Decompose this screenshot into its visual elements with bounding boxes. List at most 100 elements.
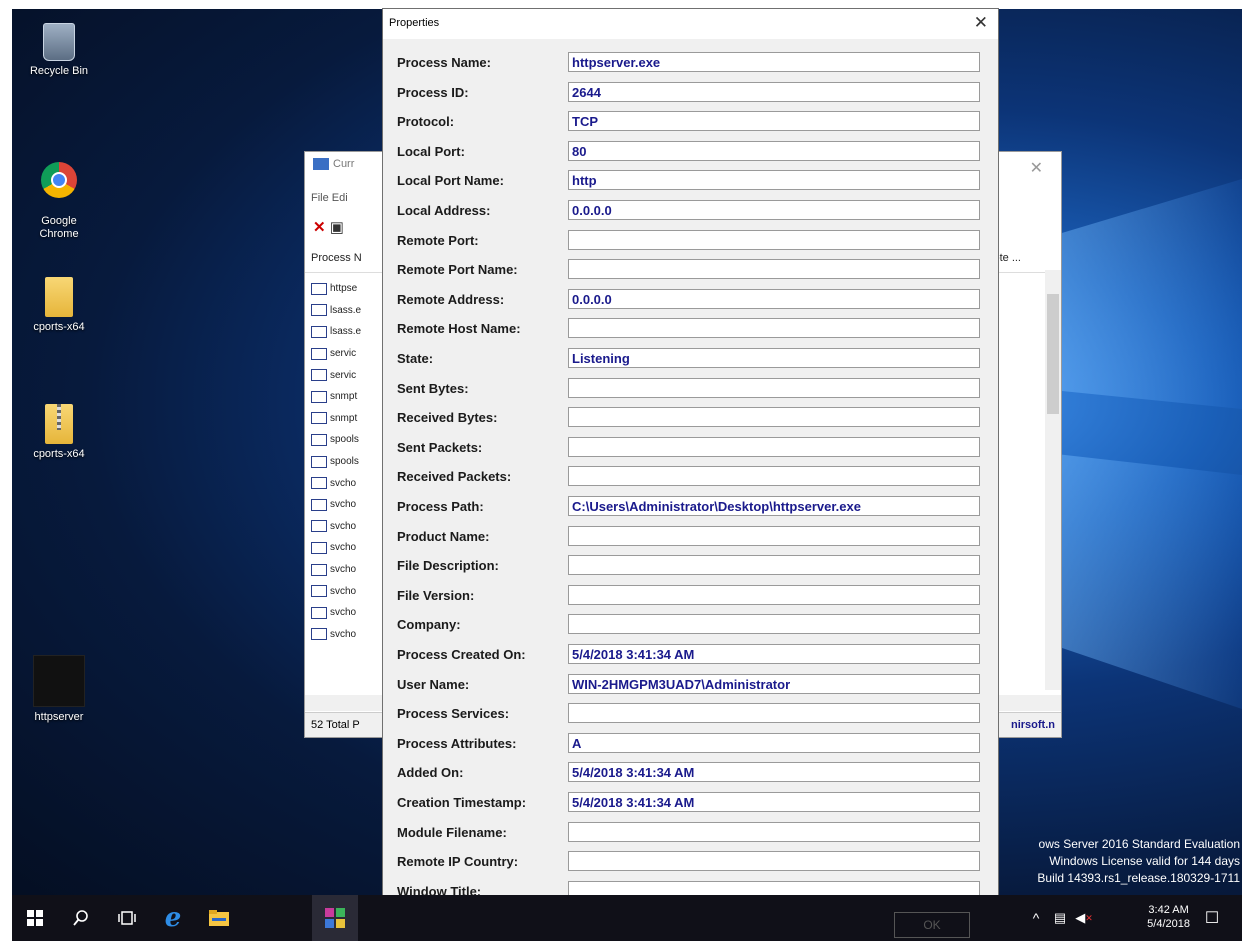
list-item[interactable]: snmpt — [311, 386, 361, 408]
property-value-field[interactable] — [568, 821, 980, 842]
desktop-icon-cports-folder[interactable]: cports-x64 — [14, 277, 104, 334]
desktop-icon-chrome[interactable]: Google Chrome — [14, 149, 104, 254]
currports-taskbar-icon[interactable] — [312, 895, 358, 941]
property-row: Local Port Name: http — [383, 170, 998, 192]
list-item[interactable]: lsass.e — [311, 321, 361, 343]
process-icon — [311, 304, 327, 317]
property-value-field[interactable] — [568, 584, 980, 605]
property-value-field[interactable] — [568, 466, 980, 487]
process-icon — [311, 606, 327, 619]
process-icon — [311, 412, 327, 425]
property-value-field[interactable] — [568, 407, 980, 428]
property-value-field[interactable] — [568, 555, 980, 576]
desktop-icon-label: cports-x64 — [33, 448, 85, 460]
property-value-field[interactable] — [568, 851, 980, 872]
property-value-field[interactable] — [568, 377, 980, 398]
list-item[interactable]: snmpt — [311, 408, 361, 430]
list-item[interactable]: svcho — [311, 472, 361, 494]
list-item[interactable]: httpse — [311, 278, 361, 300]
property-value-field[interactable]: 5/4/2018 3:41:34 AM — [568, 644, 980, 664]
property-value-field[interactable] — [568, 229, 980, 250]
chevron-up-icon[interactable]: ^ — [1024, 895, 1048, 941]
property-row: Local Port: 80 — [383, 140, 998, 163]
property-value-field[interactable] — [568, 259, 980, 280]
desktop-icon-recycle-bin[interactable]: Recycle Bin — [14, 23, 104, 78]
property-value-field[interactable]: A — [568, 732, 980, 753]
list-item[interactable]: spools — [311, 451, 361, 473]
process-list: httpse lsass.e lsass.e servic servic snmpt snm… — [311, 278, 361, 645]
save-icon[interactable]: ▣ — [330, 219, 344, 236]
internet-explorer-icon[interactable]: e — [150, 895, 196, 941]
list-item[interactable]: servic — [311, 343, 361, 365]
dialog-titlebar: Properties ✕ — [383, 9, 998, 39]
menu-bar[interactable]: File Edi — [311, 192, 348, 204]
property-value-field[interactable] — [568, 436, 980, 457]
file-explorer-icon[interactable] — [196, 895, 242, 941]
property-row: Local Address: 0.0.0.0 — [383, 200, 998, 222]
clock-time: 3:42 AM — [1148, 904, 1189, 916]
list-item[interactable]: svcho — [311, 559, 361, 581]
list-item[interactable]: svcho — [311, 516, 361, 538]
property-value-field[interactable]: 5/4/2018 3:41:34 AM — [568, 762, 980, 783]
notifications-icon[interactable]: ☐ — [1192, 895, 1232, 941]
network-icon[interactable]: ▤ — [1048, 895, 1072, 941]
delete-icon[interactable]: ✕ — [313, 219, 326, 236]
status-total: 52 Total P — [311, 719, 360, 731]
close-icon[interactable]: ✕ — [974, 13, 988, 33]
desktop-icon-cports-zip[interactable]: cports-x64 — [14, 404, 104, 461]
ok-button[interactable]: OK — [894, 912, 970, 938]
desktop-icon-label: Google Chrome — [39, 215, 79, 240]
list-item[interactable]: svcho — [311, 494, 361, 516]
property-label: Process Attributes: — [397, 735, 517, 751]
process-name: svcho — [330, 542, 357, 554]
property-value-field[interactable] — [568, 614, 980, 635]
properties-dialog[interactable]: Properties ✕ Process Name: httpserver.exe… — [382, 8, 999, 920]
list-item[interactable]: svcho — [311, 602, 361, 624]
property-value-field[interactable]: 5/4/2018 3:41:34 AM — [568, 792, 980, 812]
property-value-field[interactable] — [568, 703, 980, 724]
list-item[interactable]: svcho — [311, 537, 361, 559]
list-item[interactable]: servic — [311, 364, 361, 386]
process-name: svcho — [330, 477, 357, 489]
property-row: Sent Bytes: — [383, 377, 998, 400]
property-value-field[interactable]: 2644 — [568, 81, 980, 102]
column-header-process[interactable]: Process N — [311, 252, 362, 264]
property-value-field[interactable]: 0.0.0.0 — [568, 288, 980, 309]
list-item[interactable]: lsass.e — [311, 300, 361, 322]
task-view-icon[interactable] — [104, 895, 150, 941]
property-row: File Version: — [383, 584, 998, 607]
list-item[interactable]: svcho — [311, 580, 361, 602]
scrollbar-thumb[interactable] — [1047, 294, 1059, 414]
process-icon — [311, 325, 327, 338]
property-row: Remote Port Name: — [383, 259, 998, 281]
windows-watermark: ows Server 2016 Standard Evaluation Wind… — [1037, 836, 1240, 887]
property-value-field[interactable] — [568, 318, 980, 339]
property-value-field[interactable]: 0.0.0.0 — [568, 200, 980, 220]
process-name: snmpt — [330, 412, 358, 424]
desktop-icon-label: httpserver — [34, 711, 84, 723]
property-value-field[interactable] — [568, 525, 980, 546]
property-value-field[interactable]: Listening — [568, 348, 980, 368]
zip-folder-icon — [45, 404, 73, 444]
property-value-field[interactable]: http — [568, 170, 980, 191]
watermark-line: Build 14393.rs1_release.180329-1711 — [1037, 871, 1240, 885]
vertical-scrollbar[interactable] — [1045, 270, 1061, 690]
status-link[interactable]: nirsoft.n — [1011, 719, 1055, 731]
property-value-field[interactable]: 80 — [568, 140, 980, 161]
list-item[interactable]: spools — [311, 429, 361, 451]
property-value-field[interactable]: httpserver.exe — [568, 52, 980, 72]
desktop-icon-httpserver[interactable]: httpserver — [14, 655, 104, 724]
property-value-field[interactable]: C:\Users\Administrator\Desktop\httpserve… — [568, 496, 980, 516]
search-icon[interactable] — [58, 895, 104, 941]
list-item[interactable]: svcho — [311, 624, 361, 646]
taskbar-clock[interactable]: 3:42 AM 5/4/2018 — [1147, 903, 1190, 931]
close-icon[interactable]: ✕ — [1030, 158, 1043, 178]
property-value-field[interactable]: WIN-2HMGPM3UAD7\Administrator — [568, 673, 980, 694]
property-row: Received Packets: — [383, 466, 998, 488]
property-row: Remote Address: 0.0.0.0 — [383, 288, 998, 311]
folder-icon — [209, 910, 229, 926]
start-windows-icon[interactable] — [12, 895, 58, 941]
property-label: File Description: — [397, 558, 499, 574]
property-value-field[interactable]: TCP — [568, 111, 980, 132]
volume-muted-icon[interactable]: ◀ ✕ — [1072, 895, 1096, 941]
